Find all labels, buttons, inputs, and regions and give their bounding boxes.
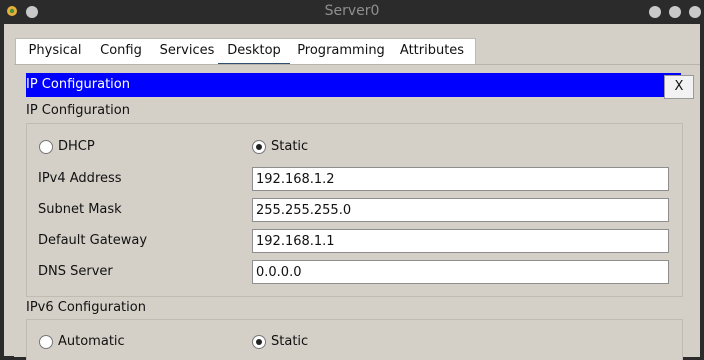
dhcp-radio-label: DHCP [58, 139, 95, 154]
static-radio[interactable] [252, 140, 266, 154]
tab-attributes[interactable]: Attributes [394, 39, 470, 65]
ip-config-header-title: IP Configuration [26, 77, 130, 92]
ipv6-static-radio[interactable] [252, 335, 266, 349]
dns-server-field[interactable] [252, 260, 669, 284]
dhcp-radio[interactable] [39, 140, 53, 154]
window-titlebar: Server0 [0, 0, 704, 24]
minimize-icon[interactable] [649, 6, 661, 18]
ipv4-address-label: IPv4 Address [38, 171, 122, 186]
tab-programming[interactable]: Programming [293, 39, 389, 65]
close-window-icon[interactable] [689, 6, 701, 18]
ipv4-config-group: DHCP Static IPv4 Address Subnet Mask Def… [26, 123, 683, 297]
ipv4-address-field[interactable] [252, 167, 669, 191]
ip-config-section-label: IP Configuration [26, 103, 130, 118]
default-gateway-field[interactable] [252, 229, 669, 253]
window-title: Server0 [324, 3, 380, 19]
default-gateway-label: Default Gateway [38, 233, 148, 248]
ipv6-config-group: Automatic Static [26, 319, 683, 360]
subnet-mask-field[interactable] [252, 198, 669, 222]
tab-physical[interactable]: Physical [20, 39, 90, 65]
subnet-mask-label: Subnet Mask [38, 202, 122, 217]
static-radio-label: Static [271, 139, 309, 154]
tab-bar: Physical Config Services Desktop Program… [15, 38, 476, 65]
close-button[interactable]: X [664, 75, 694, 99]
maximize-icon[interactable] [669, 6, 681, 18]
dns-server-label: DNS Server [38, 264, 113, 279]
tab-desktop[interactable]: Desktop [218, 39, 290, 65]
ipv6-config-section-label: IPv6 Configuration [26, 300, 146, 315]
ipv6-static-radio-label: Static [271, 334, 309, 349]
ipv6-automatic-radio[interactable] [39, 335, 53, 349]
desktop-content: IP Configuration X IP Configuration DHCP… [14, 64, 700, 360]
tab-services[interactable]: Services [151, 39, 223, 65]
ip-config-header: IP Configuration X [26, 73, 694, 99]
tab-config[interactable]: Config [92, 39, 150, 65]
ipv6-automatic-radio-label: Automatic [58, 334, 125, 349]
window-body: Physical Config Services Desktop Program… [4, 24, 700, 360]
